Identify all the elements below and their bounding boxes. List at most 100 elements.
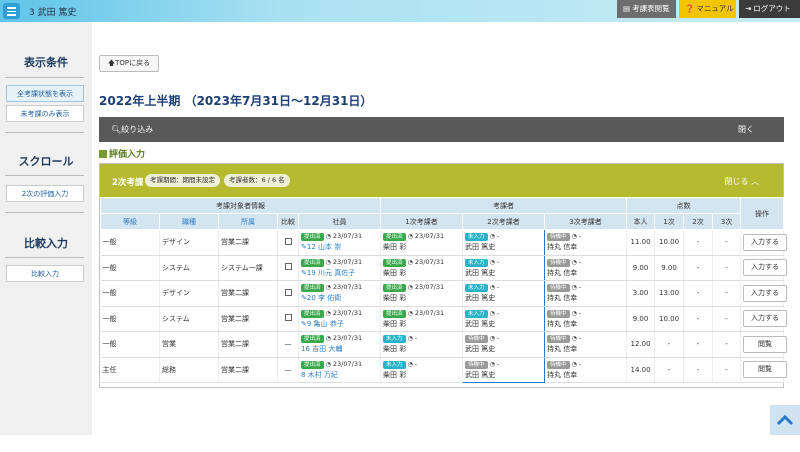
scroll-title: スクロール bbox=[18, 155, 74, 168]
eval-sheet-button[interactable]: ▤ 考課表閲覧 bbox=[617, 0, 676, 18]
compare-checkbox[interactable] bbox=[284, 237, 292, 245]
employee-cell: 提出済 ◔ 23/07/31 16 吉田 大輔 bbox=[298, 331, 381, 358]
status-badge: 待機中 bbox=[547, 335, 570, 344]
compare-checkbox[interactable] bbox=[284, 263, 292, 271]
dept-cell: 営業二課 bbox=[218, 357, 278, 383]
status-badge: 提出済 bbox=[301, 335, 324, 344]
third-evaluator-cell: 待機中 ◔ - 持丸 信幸 bbox=[544, 357, 628, 383]
third-score: - bbox=[712, 357, 742, 383]
third-score: - bbox=[712, 280, 742, 307]
employee-name[interactable]: ✎19 川元 真佐子 bbox=[301, 268, 378, 278]
date-text: 23/07/31 bbox=[332, 283, 363, 292]
compare-cell[interactable] bbox=[277, 280, 299, 307]
date-text: 23/07/31 bbox=[332, 308, 363, 317]
second-score: - bbox=[683, 229, 714, 256]
compare-cell: — bbox=[277, 357, 299, 383]
status-badge: 提出済 bbox=[383, 284, 406, 293]
compare-cell[interactable] bbox=[277, 255, 299, 281]
grade-header[interactable]: 等級 bbox=[100, 213, 160, 230]
show-unevaluated-button[interactable]: 未考課のみ表示 bbox=[6, 105, 84, 122]
input-button[interactable]: 入力する bbox=[743, 259, 788, 277]
status-badge: 待機中 bbox=[465, 360, 488, 369]
evaluation-panel: 2次考課 考課期間：期間未設定 考課者数：6 / 6 名 閉じる ︿ 考課対象者… bbox=[99, 163, 788, 388]
actions-header: 操作 bbox=[740, 197, 785, 230]
panel-close-button[interactable]: 閉じる ︿ bbox=[724, 176, 759, 187]
compare-checkbox[interactable] bbox=[284, 288, 292, 296]
third-score: - bbox=[712, 306, 742, 332]
input-button[interactable]: 入力する bbox=[743, 284, 788, 302]
show-all-status-button[interactable]: 全考課状態を表示 bbox=[6, 85, 84, 102]
display-conditions-title: 表示条件 bbox=[24, 56, 68, 69]
date-text: - bbox=[578, 257, 582, 266]
input-button[interactable]: 入力する bbox=[743, 233, 788, 251]
table-row: 一般 システム システム一課 提出済 ◔ 23/07/31 ✎19 川元 真佐子 提出済 … bbox=[100, 255, 788, 281]
date-text: - bbox=[414, 334, 418, 343]
view-button[interactable]: 閲覧 bbox=[743, 335, 788, 353]
scroll-to-top-button[interactable] bbox=[770, 405, 800, 435]
second-score: - bbox=[683, 331, 714, 358]
hamburger-menu-icon[interactable] bbox=[3, 3, 20, 19]
second-score-header: 2次 bbox=[683, 213, 714, 230]
self-score: 9.00 bbox=[626, 306, 656, 332]
second-evaluator-cell: 未入力 ◔ - 武田 篤史 bbox=[462, 280, 545, 307]
employee-name[interactable]: ✎12 山本 崇 bbox=[301, 242, 378, 252]
job-cell: デザイン bbox=[159, 280, 219, 307]
date-text: - bbox=[578, 308, 582, 317]
date-text: 23/07/31 bbox=[414, 283, 445, 292]
status-badge: 提出済 bbox=[301, 284, 324, 293]
grade-cell: 一般 bbox=[100, 255, 160, 281]
clock-icon: ◔ bbox=[407, 233, 413, 241]
divider bbox=[5, 132, 84, 133]
first-evaluator-cell: 提出済 ◔ 23/07/31 柴田 彩 bbox=[380, 229, 463, 256]
employee-cell: 提出済 ◔ 23/07/31 ✎9 亀山 恭子 bbox=[298, 306, 381, 332]
compare-cell[interactable] bbox=[277, 229, 299, 256]
compare-checkbox[interactable] bbox=[284, 314, 292, 322]
filter-bar[interactable]: 🔍︎絞り込み 閉く bbox=[99, 117, 784, 142]
filter-toggle[interactable]: 閉く bbox=[738, 124, 754, 135]
help-icon: ❓ bbox=[685, 4, 695, 13]
first-evaluator-name: 柴田 彩 bbox=[383, 319, 407, 328]
points-header: 点数 bbox=[626, 197, 742, 214]
dept-cell: システム一課 bbox=[218, 255, 278, 281]
table-row: 一般 デザイン 営業二課 提出済 ◔ 23/07/31 ✎12 山本 崇提出済 ◔ 23… bbox=[100, 229, 788, 256]
dept-header[interactable]: 所属 bbox=[218, 213, 278, 230]
first-score: - bbox=[654, 331, 685, 358]
status-badge: 待機中 bbox=[547, 258, 570, 267]
input-button[interactable]: 入力する bbox=[743, 310, 788, 328]
first-evaluator-name: 柴田 彩 bbox=[383, 294, 407, 303]
view-button[interactable]: 閲覧 bbox=[743, 361, 788, 379]
grade-cell: 一般 bbox=[100, 331, 160, 358]
compare-cell[interactable] bbox=[277, 306, 299, 332]
third-evaluator-cell: 待機中 ◔ - 持丸 信幸 bbox=[544, 255, 628, 281]
compare-input-button[interactable]: 比較入力 bbox=[6, 265, 84, 282]
self-score: 9.00 bbox=[626, 255, 656, 281]
compare-cell: — bbox=[277, 331, 299, 358]
clock-icon: ◔ bbox=[571, 335, 577, 343]
third-evaluator-name: 持丸 信幸 bbox=[547, 294, 578, 303]
dept-cell: 営業二課 bbox=[218, 331, 278, 358]
first-score: 9.00 bbox=[654, 255, 685, 281]
manual-button[interactable]: ❓ マニュアル bbox=[679, 0, 736, 18]
job-cell: 総務 bbox=[159, 357, 219, 383]
employee-name[interactable]: 8 木村 万紀 bbox=[301, 370, 378, 380]
clock-icon: ◔ bbox=[325, 284, 331, 292]
third-evaluator-name: 持丸 信幸 bbox=[547, 268, 578, 277]
divider bbox=[5, 212, 84, 213]
employee-name[interactable]: ✎20 李 佑衛 bbox=[301, 293, 378, 303]
employee-cell: 提出済 ◔ 23/07/31 ✎20 李 佑衛 bbox=[298, 280, 381, 307]
compare-title: 比較入力 bbox=[24, 237, 68, 250]
logout-button[interactable]: ⇥ ログアウト bbox=[739, 0, 800, 18]
clock-icon: ◔ bbox=[325, 233, 331, 241]
status-badge: 待機中 bbox=[547, 233, 570, 242]
employee-name[interactable]: 16 吉田 大輔 bbox=[301, 344, 378, 354]
scroll-second-eval-button[interactable]: 2次の評価入力 bbox=[6, 185, 84, 202]
employee-name[interactable]: ✎9 亀山 恭子 bbox=[301, 319, 378, 329]
third-evaluator-name: 持丸 信幸 bbox=[547, 370, 578, 379]
second-score: - bbox=[683, 357, 714, 383]
job-header[interactable]: 職種 bbox=[159, 213, 219, 230]
grade-cell: 一般 bbox=[100, 280, 160, 307]
date-text: - bbox=[578, 359, 582, 368]
first-score: 13.00 bbox=[654, 280, 685, 307]
second-evaluator-cell: 待機中 ◔ - 武田 篤史 bbox=[462, 357, 545, 383]
back-to-top-button[interactable]: 🡅TOPに戻る bbox=[99, 55, 159, 72]
